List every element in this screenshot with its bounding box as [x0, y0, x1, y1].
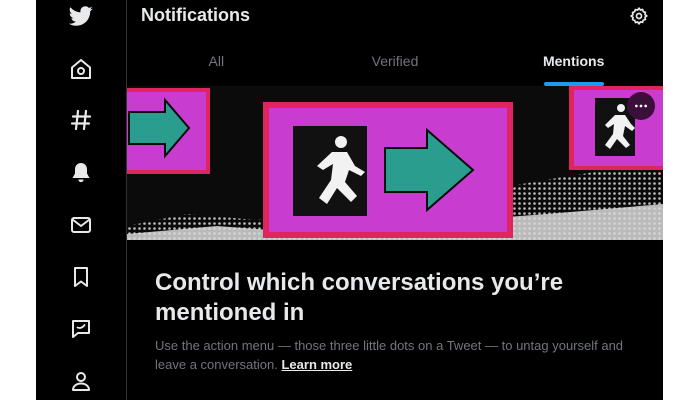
exit-sign-illustration	[127, 86, 663, 240]
prompt-body: Use the action menu — those three little…	[155, 336, 635, 374]
sidebar-nav	[36, 0, 127, 400]
hashtag-icon[interactable]	[68, 107, 94, 133]
tab-label: All	[208, 53, 225, 69]
notification-tabs: All Verified Mentions	[127, 44, 663, 87]
tab-label: Mentions	[542, 53, 605, 69]
prompt-headline: Control which conversations you’re menti…	[155, 269, 564, 326]
page-title: Notifications	[141, 5, 251, 25]
twitter-bird-icon[interactable]	[68, 3, 94, 29]
profile-icon[interactable]	[68, 368, 94, 394]
more-dots-icon	[635, 104, 647, 108]
tab-all[interactable]: All	[127, 44, 306, 86]
bell-icon[interactable]	[68, 160, 94, 186]
tab-label: Verified	[371, 53, 419, 69]
gear-icon[interactable]	[629, 6, 649, 26]
app-window: Notifications All Verified Mentions Cont…	[36, 0, 663, 400]
learn-more-link[interactable]: Learn more	[281, 357, 352, 372]
bookmark-icon[interactable]	[68, 264, 94, 290]
twitter-blue-icon[interactable]	[68, 316, 94, 342]
main-column: Notifications All Verified Mentions Cont…	[127, 0, 663, 400]
more-options-button[interactable]	[627, 92, 655, 120]
home-icon[interactable]	[68, 56, 94, 82]
tab-mentions[interactable]: Mentions	[484, 44, 663, 86]
prompt-body-text: Use the action menu — those three little…	[155, 338, 624, 372]
mail-icon[interactable]	[68, 212, 94, 238]
tab-verified[interactable]: Verified	[306, 44, 485, 86]
